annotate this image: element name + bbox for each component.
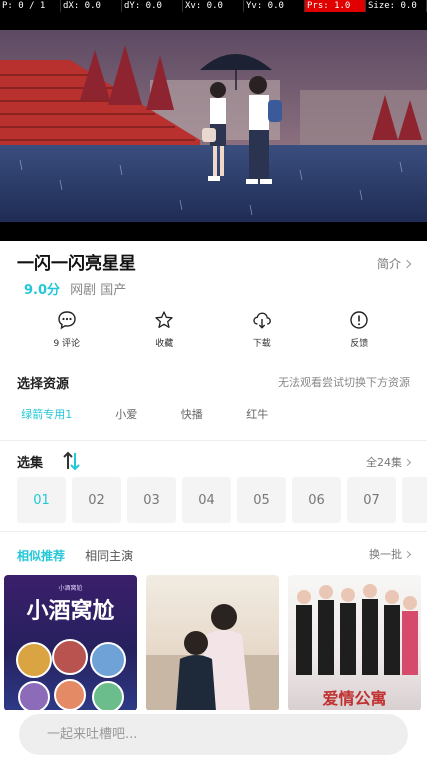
episode-item[interactable]: 07 <box>347 477 396 523</box>
star-icon <box>155 311 173 328</box>
divider <box>0 531 427 532</box>
all-episodes-label: 全24集 <box>366 456 402 469</box>
download-button[interactable]: 下载 <box>213 310 311 356</box>
video-frame <box>0 30 427 222</box>
episode-item[interactable]: 06 <box>292 477 341 523</box>
tab-similar[interactable]: 相似推荐 <box>17 549 65 563</box>
debug-overlay: P: 0 / 1 dX: 0.0 dY: 0.0 Xv: 0.0 Yv: 0.0… <box>0 0 427 12</box>
episode-item[interactable]: 01 <box>17 477 66 523</box>
debug-pressure: Prs: 1.0 <box>305 0 366 12</box>
comment-label: 9 评论 <box>53 339 81 349</box>
tab-same-cast[interactable]: 相同主演 <box>85 549 133 563</box>
recommend-list: 小酒窝尬 小酒窝尬 爱情公寓 <box>4 575 427 711</box>
episode-item-partial[interactable] <box>402 477 427 523</box>
show-title-row: 一闪一闪亮星星 简介 <box>17 249 412 274</box>
download-label: 下载 <box>252 339 271 349</box>
intro-label: 简介 <box>376 257 401 271</box>
source-tab-2[interactable]: 小爱 <box>94 406 159 430</box>
info-icon <box>350 311 368 329</box>
chevron-right-icon <box>402 259 412 269</box>
episode-item[interactable]: 02 <box>72 477 121 523</box>
debug-dx: dX: 0.0 <box>61 0 122 12</box>
cloud-download-icon <box>253 312 271 329</box>
source-tab-4[interactable]: 红牛 <box>225 406 290 430</box>
chevron-right-icon <box>403 458 412 467</box>
refresh-batch-link[interactable]: 换一批 <box>369 546 412 562</box>
show-title: 一闪一闪亮星星 <box>17 254 136 274</box>
episode-header: 选集 全24集 <box>17 451 412 472</box>
resource-hint: 无法观看尝试切换下方资源 <box>278 376 410 389</box>
source-tabs: 绿箭专用1 小爱 快播 红牛 <box>0 406 290 430</box>
episode-item[interactable]: 04 <box>182 477 231 523</box>
poster-card[interactable] <box>146 575 279 711</box>
video-player[interactable] <box>0 12 427 241</box>
divider <box>0 440 427 441</box>
chevron-right-icon <box>403 550 412 559</box>
feedback-button[interactable]: 反馈 <box>311 310 409 356</box>
show-meta: 9.0分 网剧 国产 <box>24 279 126 298</box>
poster-card[interactable]: 爱情公寓 <box>288 575 421 711</box>
episode-list: 01 02 03 04 05 06 07 <box>17 477 427 523</box>
comment-button[interactable]: 9 评论 <box>18 310 116 356</box>
all-episodes-link[interactable]: 全24集 <box>366 454 412 470</box>
refresh-batch-label: 换一批 <box>369 548 402 561</box>
action-bar: 9 评论 收藏 下载 反馈 <box>18 310 408 356</box>
debug-pointer: P: 0 / 1 <box>0 0 61 12</box>
genre-region: 网剧 国产 <box>70 283 127 298</box>
favorite-label: 收藏 <box>155 339 174 349</box>
feedback-label: 反馈 <box>350 339 369 349</box>
poster-card[interactable]: 小酒窝尬 小酒窝尬 <box>4 575 137 711</box>
debug-dy: dY: 0.0 <box>122 0 183 12</box>
score-badge: 9.0分 <box>24 283 61 298</box>
recommend-header: 相似推荐 相同主演 换一批 <box>17 545 412 563</box>
sort-icon[interactable] <box>62 451 82 471</box>
poster-title: 爱情公寓 <box>322 689 387 708</box>
debug-yv: Yv: 0.0 <box>244 0 305 12</box>
intro-link[interactable]: 简介 <box>376 255 412 272</box>
poster-art <box>16 639 126 711</box>
comment-bar <box>0 710 427 760</box>
source-tab-1[interactable]: 绿箭专用1 <box>0 406 94 430</box>
episode-item[interactable]: 05 <box>237 477 286 523</box>
source-tab-3[interactable]: 快播 <box>159 406 224 430</box>
episode-item[interactable]: 03 <box>127 477 176 523</box>
favorite-button[interactable]: 收藏 <box>116 310 214 356</box>
poster-art <box>146 604 279 711</box>
episode-title: 选集 <box>17 456 44 471</box>
resource-title: 选择资源 <box>17 377 70 392</box>
debug-size: Size: 0.0 <box>366 0 427 12</box>
comment-input[interactable] <box>19 714 408 755</box>
resource-header: 选择资源 无法观看尝试切换下方资源 <box>17 373 410 392</box>
comment-icon <box>58 311 76 330</box>
debug-xv: Xv: 0.0 <box>183 0 244 12</box>
